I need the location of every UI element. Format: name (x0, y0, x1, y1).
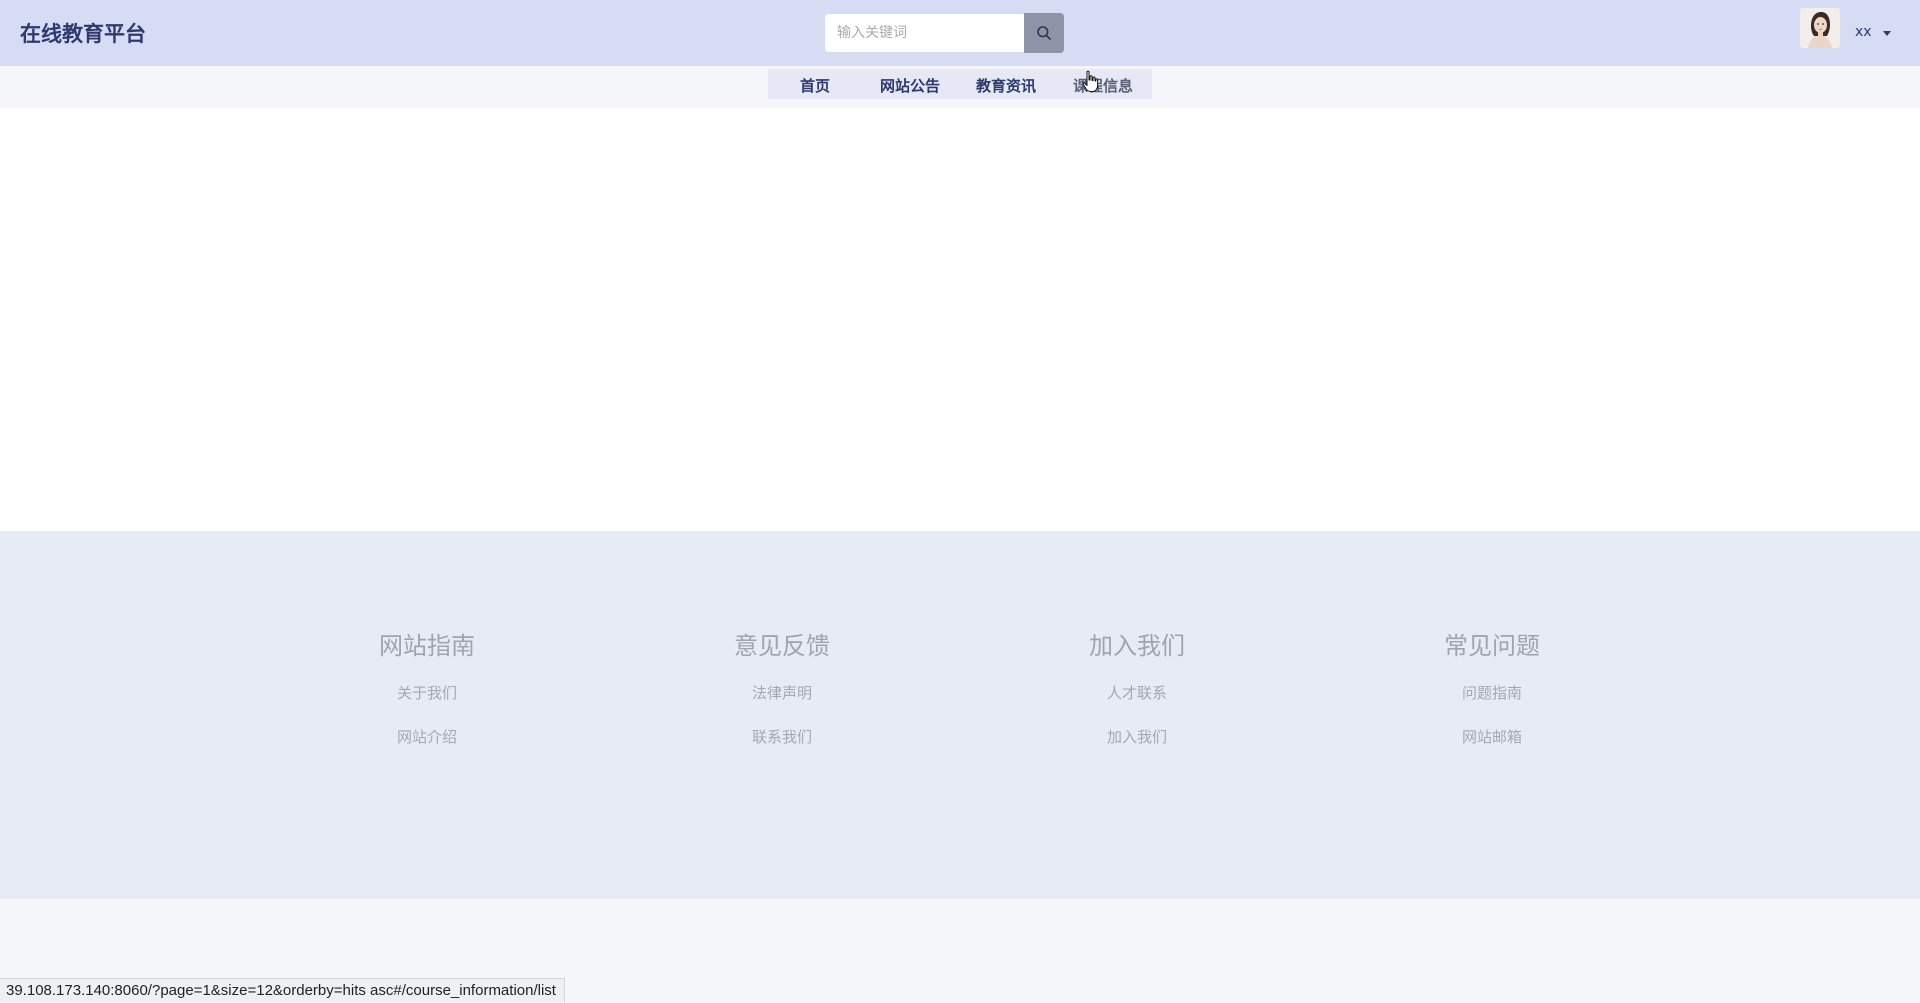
footer-title: 意见反馈 (734, 632, 830, 660)
footer-col-guide: 网站指南 关于我们 网站介绍 (327, 629, 527, 749)
footer-col-join: 加入我们 人才联系 加入我们 (1037, 629, 1237, 749)
search-input[interactable] (824, 13, 1024, 53)
search-button[interactable] (1024, 13, 1064, 53)
nav-bar: 首页 网站公告 教育资讯 课程信息 (0, 66, 1920, 108)
footer-link-join-us[interactable]: 加入我们 (1037, 725, 1237, 749)
footer-link-talent[interactable]: 人才联系 (1037, 681, 1237, 705)
footer-link-site-intro[interactable]: 网站介绍 (327, 725, 527, 749)
footer-link-site-email[interactable]: 网站邮箱 (1392, 725, 1592, 749)
nav-item-announcements[interactable]: 网站公告 (880, 75, 940, 96)
footer-link-legal[interactable]: 法律声明 (682, 681, 882, 705)
footer-col-feedback: 意见反馈 法律声明 联系我们 (682, 629, 882, 749)
footer-link-contact[interactable]: 联系我们 (682, 725, 882, 749)
avatar[interactable] (1800, 8, 1840, 48)
search-icon (1037, 26, 1051, 40)
footer-col-faq: 常见问题 问题指南 网站邮箱 (1392, 629, 1592, 749)
hand-cursor-icon (1082, 70, 1099, 92)
footer-link-about-us[interactable]: 关于我们 (327, 681, 527, 705)
nav-item-home[interactable]: 首页 (800, 75, 830, 96)
footer-title: 加入我们 (1089, 632, 1185, 660)
footer-title: 常见问题 (1444, 632, 1540, 660)
site-brand[interactable]: 在线教育平台 (20, 18, 146, 48)
main-content (0, 108, 1920, 531)
status-bar-url: 39.108.173.140:8060/?page=1&size=12&orde… (0, 978, 565, 1002)
footer-link-faq-guide[interactable]: 问题指南 (1392, 681, 1592, 705)
footer-title: 网站指南 (379, 632, 475, 660)
search-bar (824, 13, 1064, 53)
top-header: 在线教育平台 xx (0, 0, 1920, 66)
footer: 网站指南 关于我们 网站介绍 意见反馈 法律声明 联系我们 加入我们 人才联系 … (0, 531, 1920, 899)
caret-down-icon[interactable] (1883, 31, 1891, 36)
user-name[interactable]: xx (1855, 24, 1872, 40)
nav-item-education-news[interactable]: 教育资讯 (976, 75, 1036, 96)
avatar-photo (1800, 8, 1840, 48)
